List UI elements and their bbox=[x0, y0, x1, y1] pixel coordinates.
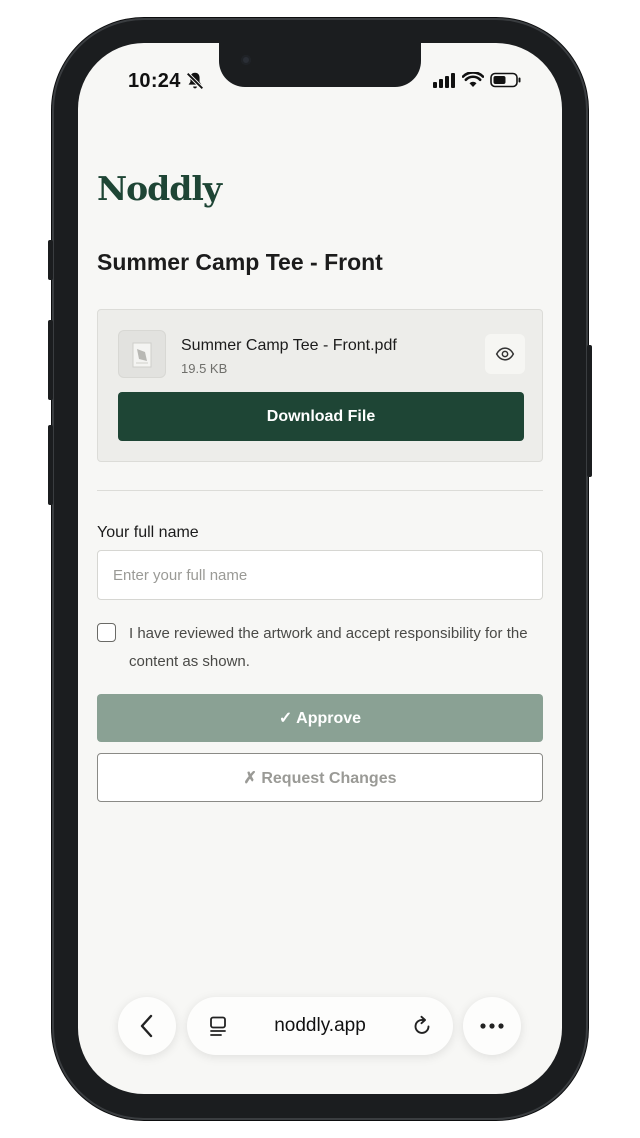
document-preview-icon bbox=[132, 342, 152, 368]
divider bbox=[97, 490, 543, 491]
download-file-button[interactable]: Download File bbox=[118, 392, 524, 441]
more-dots-icon bbox=[480, 1023, 504, 1029]
approve-button[interactable]: ✓ Approve bbox=[97, 694, 543, 742]
back-button[interactable] bbox=[118, 997, 176, 1055]
wifi-icon bbox=[462, 72, 484, 87]
volume-up-button bbox=[48, 320, 53, 400]
agreement-text: I have reviewed the artwork and accept r… bbox=[129, 625, 528, 670]
full-name-input[interactable] bbox=[97, 550, 543, 600]
signal-icon bbox=[433, 73, 455, 88]
brand-logo: Noddly bbox=[97, 169, 222, 208]
request-changes-button[interactable]: ✗ Request Changes bbox=[97, 753, 543, 802]
status-icons bbox=[432, 72, 522, 88]
file-thumbnail bbox=[118, 330, 166, 378]
agreement-checkbox[interactable] bbox=[97, 623, 116, 642]
preview-button[interactable] bbox=[485, 334, 525, 374]
browser-toolbar: noddly.app bbox=[78, 995, 562, 1059]
notch bbox=[219, 43, 421, 87]
bell-slash-icon bbox=[186, 72, 204, 90]
more-menu-button[interactable] bbox=[463, 997, 521, 1055]
address-bar[interactable]: noddly.app bbox=[187, 997, 453, 1055]
volume-down-button bbox=[48, 425, 53, 505]
mute-switch bbox=[48, 240, 53, 280]
file-name: Summer Camp Tee - Front.pdf bbox=[181, 337, 397, 354]
power-button bbox=[587, 345, 592, 477]
url-text: noddly.app bbox=[274, 1015, 366, 1036]
eye-icon bbox=[495, 347, 515, 361]
status-time: 10:24 bbox=[128, 70, 181, 92]
reload-icon[interactable] bbox=[411, 1015, 433, 1037]
page-title: Summer Camp Tee - Front bbox=[97, 249, 383, 275]
tab-overview-icon[interactable] bbox=[207, 1015, 229, 1037]
chevron-left-icon bbox=[140, 1014, 153, 1038]
full-name-label: Your full name bbox=[97, 524, 199, 541]
battery-icon bbox=[490, 72, 521, 88]
screen: 10:24 Noddly Summer Camp Tee - Front Sum… bbox=[78, 43, 562, 1094]
file-card: Summer Camp Tee - Front.pdf 19.5 KB Down… bbox=[97, 309, 543, 462]
front-camera bbox=[241, 55, 251, 65]
file-size: 19.5 KB bbox=[181, 361, 228, 376]
